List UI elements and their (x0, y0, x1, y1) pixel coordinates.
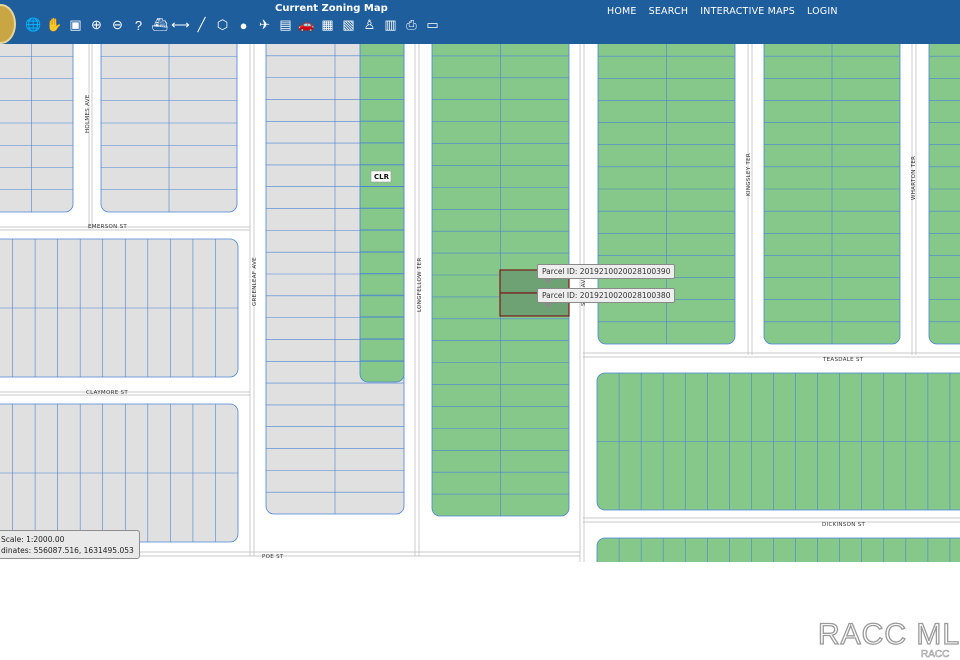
map-toolbar: Current Zoning Map 🌐 ✋ ▣ ⊕ ⊖? ⛴ ⟷ ╱ ⬡ ● ✈ ▤ 🚗 ▦ ▧ ♙ ▥ ⎙ ▭ … (0, 0, 960, 44)
parcel-popup-380[interactable]: Parcel ID: 2019210020028100380 (537, 288, 676, 308)
measure-line-icon[interactable]: ⟷ (171, 15, 190, 35)
block-9[interactable] (928, 44, 960, 345)
layers-icon[interactable]: ▦ (318, 15, 337, 35)
block-5[interactable] (359, 44, 405, 383)
draw-line-icon[interactable]: ╱ (192, 15, 211, 35)
street-label-longfellow: LONGFELLOW TER (417, 257, 423, 312)
block-0[interactable] (0, 44, 74, 213)
tool-icon-bar: 🌐 ✋ ▣ ⊕ ⊖? ⛴ ⟷ ╱ ⬡ ● ✈ ▤ 🚗 ▦ ▧ ♙ ▥ ⎙ ▭ (24, 15, 442, 35)
scale-readout: Scale: 1:2000.00 (1, 535, 65, 544)
street-label-holmes: HOLMES AVE (85, 94, 91, 133)
street-label-teasdale: TEASDALE ST (822, 357, 864, 363)
printer-icon[interactable]: ⎙ (402, 15, 421, 35)
scale-coordinates-box: Scale: 1:2000.00 dinates: 556087.516, 16… (0, 530, 140, 559)
full-extent-icon[interactable]: ▣ (66, 15, 85, 35)
pan-hand-icon[interactable]: ✋ (45, 15, 64, 35)
county-seal-logo (0, 4, 16, 44)
polygon-icon[interactable]: ⬡ (213, 15, 232, 35)
nav-search[interactable]: SEARCH (649, 6, 689, 17)
mls-watermark: RACC ML (817, 617, 960, 651)
ship-icon[interactable]: ⛴ (150, 15, 169, 35)
zoom-in-icon[interactable]: ⊕ (87, 15, 106, 35)
nav-interactive-maps[interactable]: INTERACTIVE MAPS (700, 6, 795, 17)
document-icon[interactable]: ▤ (276, 15, 295, 35)
street-label-dickinson: DICKINSON ST (822, 522, 866, 528)
nav-home[interactable]: HOME (607, 6, 637, 17)
street-label-claymore: CLAYMORE ST (86, 390, 128, 396)
person-icon[interactable]: ♙ (360, 15, 379, 35)
mls-watermark-sub: RACC (921, 649, 950, 660)
map-canvas[interactable]: HOLMES AVE EMERSON ST GREENLEAF AVE CLAY… (0, 44, 960, 562)
street-label-wharton: WHARTON TER (911, 156, 917, 200)
clipboard-icon[interactable]: ▥ (381, 15, 400, 35)
plane-icon[interactable]: ✈ (255, 15, 274, 35)
nav-login[interactable]: LOGIN (807, 6, 838, 17)
street-label-kingsley: KINGSLEY TER (746, 153, 752, 196)
street-label-emerson: EMERSON ST (88, 224, 127, 230)
coordinates-readout: dinates: 556087.516, 1631495.053 (1, 546, 134, 555)
top-nav: HOME SEARCH INTERACTIVE MAPS LOGIN (607, 6, 838, 17)
street-label-greenleaf: GREENLEAF AVE (252, 257, 258, 306)
zoning-map[interactable]: HOLMES AVE EMERSON ST GREENLEAF AVE CLAY… (0, 44, 960, 562)
circle-icon[interactable]: ● (234, 15, 253, 35)
map-icon[interactable]: ▧ (339, 15, 358, 35)
car-icon[interactable]: 🚗 (297, 15, 316, 35)
parcel-id-380: Parcel ID: 2019210020028100380 (542, 291, 671, 300)
parcel-id-390: Parcel ID: 2019210020028100390 (542, 267, 671, 276)
help-icon[interactable]: ? (129, 15, 148, 35)
app-title: Current Zoning Map (275, 3, 388, 14)
globe-icon[interactable]: 🌐 (24, 15, 43, 35)
screen-icon[interactable]: ▭ (423, 15, 442, 35)
zoom-out-icon[interactable]: ⊖ (108, 15, 127, 35)
zone-label-clr: CLR (374, 173, 390, 181)
street-label-poe: POE ST (262, 554, 284, 560)
parcel-popup-390[interactable]: Parcel ID: 2019210020028100390 (537, 264, 676, 284)
